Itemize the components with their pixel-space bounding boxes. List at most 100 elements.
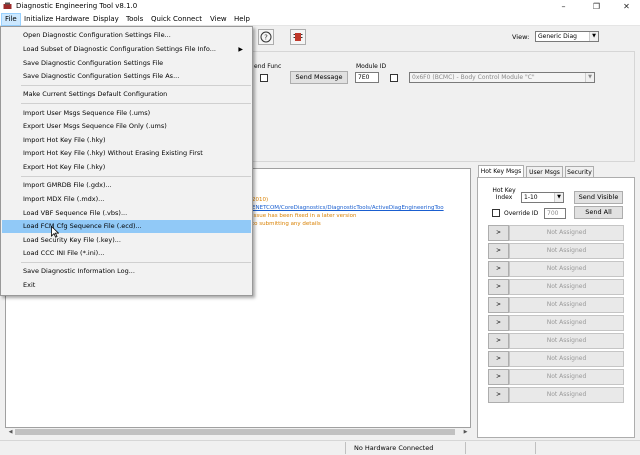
menu-tools[interactable]: Tools [123, 13, 146, 26]
hotkey-slot[interactable]: Not Assigned [509, 243, 624, 259]
view-select[interactable]: Generic Diag ▼ [535, 31, 599, 42]
hardware-status: No Hardware Connected [345, 442, 465, 454]
menu-separator [21, 262, 251, 263]
menu-item-label: Import GMRDB File (.gdx)... [23, 181, 112, 189]
send-message-button[interactable]: Send Message [290, 71, 348, 84]
menu-item-exit[interactable]: Exit [2, 279, 251, 292]
maximize-button[interactable]: ❐ [583, 0, 610, 13]
menu-separator [21, 176, 251, 177]
menu-item-open-config[interactable]: Open Diagnostic Configuration Settings F… [2, 29, 251, 42]
menu-item-label: Load VBF Sequence File (.vbs)... [23, 209, 128, 217]
menu-item-load-ecd[interactable]: Load FCM Cfg Sequence File (.ecd)... [2, 220, 251, 233]
menu-item-load-ini[interactable]: Load CCC INI File (*.ini)... [2, 247, 251, 260]
menu-item-label: Import Hot Key File (.hky) [23, 136, 106, 144]
send-hotkey-button[interactable]: > [488, 261, 509, 277]
send-hotkey-button[interactable]: > [488, 333, 509, 349]
hotkey-slot[interactable]: Not Assigned [509, 369, 624, 385]
menu-item-label: Load FCM Cfg Sequence File (.ecd)... [23, 222, 142, 230]
scrollbar-thumb[interactable] [15, 429, 455, 435]
menu-item-export-hky[interactable]: Export Hot Key File (.hky) [2, 161, 251, 174]
hotkey-slot[interactable]: Not Assigned [509, 387, 624, 403]
module-select[interactable]: 0x6F0 (BCMC) - Body Control Module "C" ▼ [409, 72, 595, 83]
send-hotkey-button[interactable]: > [488, 351, 509, 367]
menu-file[interactable]: File [1, 13, 21, 26]
hotkey-row: > Not Assigned [488, 279, 624, 295]
menu-initialize-hardware[interactable]: Initialize Hardware [21, 13, 92, 26]
menu-item-make-default[interactable]: Make Current Settings Default Configurat… [2, 88, 251, 101]
chevron-down-icon: ▼ [585, 73, 594, 82]
send-visible-button[interactable]: Send Visible [574, 191, 623, 204]
status-bar: No Hardware Connected [0, 440, 640, 455]
hotkey-slot[interactable]: Not Assigned [509, 315, 624, 331]
horizontal-scrollbar[interactable]: ◀ ▶ [6, 428, 470, 436]
hotkey-slot[interactable]: Not Assigned [509, 225, 624, 241]
module-id-input[interactable]: 7E0 [355, 72, 379, 83]
send-hotkey-button[interactable]: > [488, 315, 509, 331]
send-hotkey-button[interactable]: > [488, 279, 509, 295]
menu-separator [21, 85, 251, 86]
send-all-button[interactable]: Send All [574, 206, 623, 219]
send-hotkey-button[interactable]: > [488, 225, 509, 241]
log-line: 2010) [252, 197, 269, 203]
send-hotkey-button[interactable]: > [488, 243, 509, 259]
hardware-button[interactable] [290, 29, 306, 45]
menu-item-save-config-as[interactable]: Save Diagnostic Configuration Settings F… [2, 70, 251, 83]
override-id-input[interactable]: 700 [544, 208, 566, 219]
view-select-value: Generic Diag [538, 33, 577, 40]
hotkey-row: > Not Assigned [488, 225, 624, 241]
log-link[interactable]: ENETCOM/CoreDiagnostics/DiagnosticTools/… [252, 205, 444, 211]
hotkey-slot[interactable]: Not Assigned [509, 279, 624, 295]
status-segment [535, 442, 635, 454]
scroll-right-icon[interactable]: ▶ [461, 428, 470, 436]
menu-item-load-key[interactable]: Load Security Key File (.key)... [2, 234, 251, 247]
send-hotkey-button[interactable]: > [488, 369, 509, 385]
send-hotkey-button[interactable]: > [488, 387, 509, 403]
menu-item-load-vbs[interactable]: Load VBF Sequence File (.vbs)... [2, 207, 251, 220]
hot-key-index-value: 1-10 [524, 194, 538, 201]
menu-item-label: Load Security Key File (.key)... [23, 236, 121, 244]
log-line: to submitting any details [252, 221, 321, 227]
send-func-label: end Func [254, 63, 282, 70]
menu-display[interactable]: Display [90, 13, 122, 26]
hotkey-slot[interactable]: Not Assigned [509, 297, 624, 313]
menu-help[interactable]: Help [231, 13, 253, 26]
menu-item-label: Export Hot Key File (.hky) [23, 163, 106, 171]
menu-item-load-subset[interactable]: Load Subset of Diagnostic Configuration … [2, 43, 251, 56]
hotkey-panel: Hot Key Msgs User Msgs Security Hot Key … [477, 165, 635, 438]
send-func-checkbox[interactable] [260, 74, 268, 82]
submenu-arrow-icon: ▶ [238, 46, 243, 53]
hotkey-row: > Not Assigned [488, 387, 624, 403]
window-title: Diagnostic Engineering Tool v8.1.0 [16, 2, 138, 10]
module-checkbox[interactable] [390, 74, 398, 82]
help-button[interactable]: ? [258, 29, 274, 45]
scroll-left-icon[interactable]: ◀ [6, 428, 15, 436]
menu-item-label: Import Hot Key File (.hky) Without Erasi… [23, 149, 203, 157]
menu-item-import-ums[interactable]: Import User Msgs Sequence File (.ums) [2, 107, 251, 120]
menu-item-import-gdx[interactable]: Import GMRDB File (.gdx)... [2, 179, 251, 192]
override-id-checkbox[interactable] [492, 209, 500, 217]
menu-item-save-log[interactable]: Save Diagnostic Information Log... [2, 265, 251, 278]
hotkey-slot[interactable]: Not Assigned [509, 333, 624, 349]
send-hotkey-button[interactable]: > [488, 297, 509, 313]
menu-item-import-hky[interactable]: Import Hot Key File (.hky) [2, 134, 251, 147]
override-id-label: Override ID [504, 210, 539, 217]
hot-key-index-select[interactable]: 1-10 ▼ [521, 192, 564, 203]
log-line: issue has been fixed in a later version [252, 213, 357, 219]
minimize-button[interactable]: – [550, 0, 577, 13]
hotkey-row: > Not Assigned [488, 261, 624, 277]
close-button[interactable]: ✕ [613, 0, 640, 13]
status-segment [465, 442, 535, 454]
menu-bar: File Initialize Hardware Display Tools Q… [0, 13, 640, 26]
menu-item-import-mdx[interactable]: Import MDX File (.mdx)... [2, 193, 251, 206]
menu-item-export-ums[interactable]: Export User Msgs Sequence File Only (.um… [2, 120, 251, 133]
hotkey-slot[interactable]: Not Assigned [509, 261, 624, 277]
hotkey-tab-body: Hot Key Index 1-10 ▼ Send Visible Overri… [477, 177, 635, 438]
hotkey-slot[interactable]: Not Assigned [509, 351, 624, 367]
menu-item-save-config[interactable]: Save Diagnostic Configuration Settings F… [2, 57, 251, 70]
menu-view[interactable]: View [207, 13, 230, 26]
menu-item-label: Load Subset of Diagnostic Configuration … [23, 45, 216, 53]
hotkey-row: > Not Assigned [488, 369, 624, 385]
menu-item-import-hky-keep[interactable]: Import Hot Key File (.hky) Without Erasi… [2, 147, 251, 160]
menu-quick-connect[interactable]: Quick Connect [148, 13, 205, 26]
hotkey-row: > Not Assigned [488, 315, 624, 331]
